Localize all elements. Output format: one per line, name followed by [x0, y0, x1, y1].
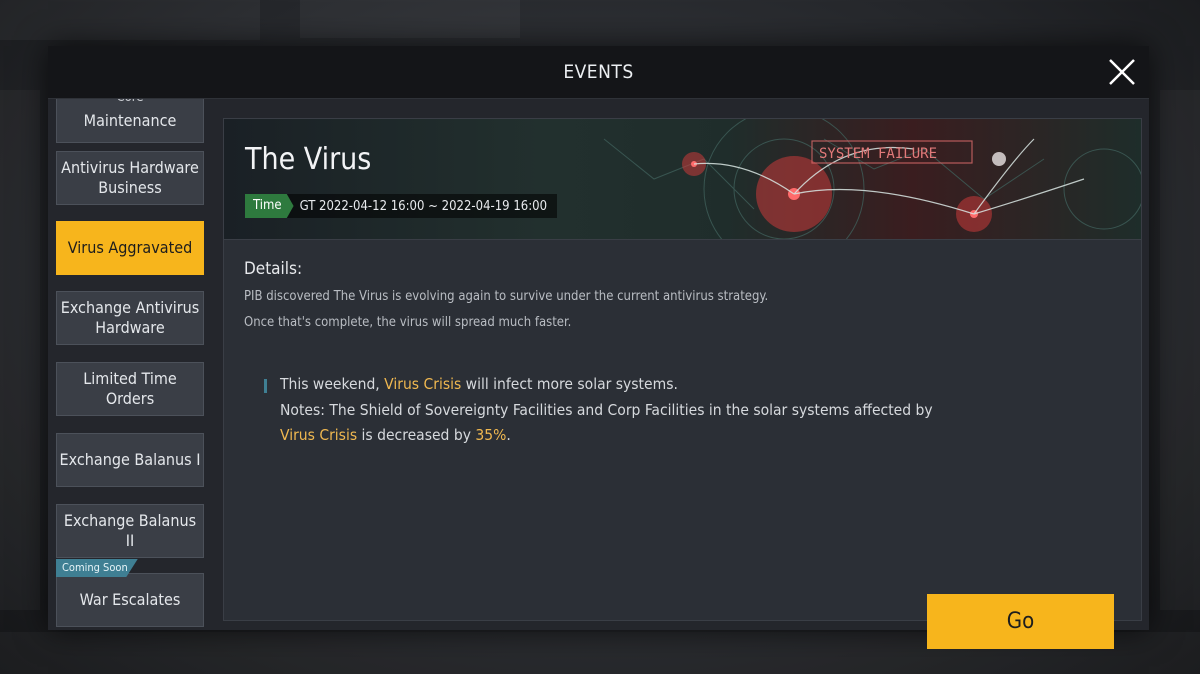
go-button[interactable]: Go	[927, 594, 1114, 649]
banner-system-failure-text: SYSTEM FAILURE	[819, 146, 937, 162]
sidebar-item-exchange-balanus-i[interactable]: Exchange Balanus I	[56, 433, 204, 487]
note-text: is decreased by	[357, 426, 476, 444]
sidebar-item-virus-aggravated[interactable]: Virus Aggravated	[56, 221, 204, 275]
event-notes: This weekend, Virus Crisis will infect m…	[264, 372, 1024, 449]
event-banner: SYSTEM FAILURE The Virus Time GT 2022-04…	[224, 119, 1141, 240]
sidebar-item-limited-time-orders[interactable]: Limited Time Orders	[56, 362, 204, 416]
event-title: The Virus	[245, 142, 372, 177]
sidebar-item-maintenance[interactable]: Core Maintenance	[56, 99, 204, 143]
modal-title: EVENTS	[563, 61, 634, 83]
sidebar-item-label: Exchange Balanus II	[63, 511, 197, 550]
sidebar-item-antivirus-hardware-business[interactable]: Antivirus Hardware Business	[56, 151, 204, 205]
events-modal: EVENTS Core Maintenance Antivirus Hardwa…	[48, 46, 1149, 649]
details-line-2: Once that's complete, the virus will spr…	[244, 315, 572, 330]
note-line-1: This weekend, Virus Crisis will infect m…	[264, 372, 1024, 398]
modal-header: EVENTS	[48, 46, 1149, 99]
note-text: This weekend,	[280, 375, 385, 393]
sidebar-item-label: Exchange Balanus I	[59, 450, 201, 469]
close-icon	[1109, 59, 1135, 85]
virus-crisis-link: Virus Crisis	[384, 375, 462, 393]
sidebar-item-exchange-balanus-ii[interactable]: Exchange Balanus II	[56, 504, 204, 558]
virus-map-illustration: SYSTEM FAILURE	[603, 119, 1141, 239]
event-time-value: GT 2022-04-12 16:00 ~ 2022-04-19 16:00	[299, 198, 548, 214]
sidebar-item-exchange-antivirus-hardware[interactable]: Exchange Antivirus Hardware	[56, 291, 204, 345]
coming-soon-badge: Coming Soon	[56, 559, 138, 577]
time-tag: Time	[245, 194, 294, 218]
note-line-3: Virus Crisis is decreased by 35%.	[264, 423, 1024, 449]
event-sidebar[interactable]: Core Maintenance Antivirus Hardware Busi…	[48, 99, 220, 630]
sidebar-item-label: Antivirus Hardware Business	[61, 158, 199, 197]
sidebar-item-label: Maintenance	[83, 111, 177, 130]
details-heading: Details:	[244, 259, 303, 279]
event-detail-panel: SYSTEM FAILURE The Virus Time GT 2022-04…	[223, 118, 1142, 649]
details-line-1: PIB discovered The Virus is evolving aga…	[244, 289, 769, 304]
sidebar-item-war-escalates[interactable]: War Escalates	[56, 573, 204, 627]
sidebar-item-top-label: Core	[57, 99, 203, 108]
virus-crisis-link: Virus Crisis	[280, 426, 358, 444]
note-line-2: Notes: The Shield of Sovereignty Facilit…	[280, 400, 933, 419]
event-time-row: Time GT 2022-04-12 16:00 ~ 2022-04-19 16…	[245, 194, 558, 218]
note-text: .	[506, 426, 511, 444]
close-button[interactable]	[1104, 54, 1140, 90]
sidebar-item-label: Limited Time Orders	[83, 369, 177, 408]
sidebar-item-label: War Escalates	[79, 590, 181, 609]
decrease-percent: 35%	[475, 426, 507, 444]
sidebar-item-label: Exchange Antivirus Hardware	[60, 298, 200, 337]
sidebar-item-label: Virus Aggravated	[67, 238, 193, 257]
note-text: will infect more solar systems.	[461, 375, 678, 393]
